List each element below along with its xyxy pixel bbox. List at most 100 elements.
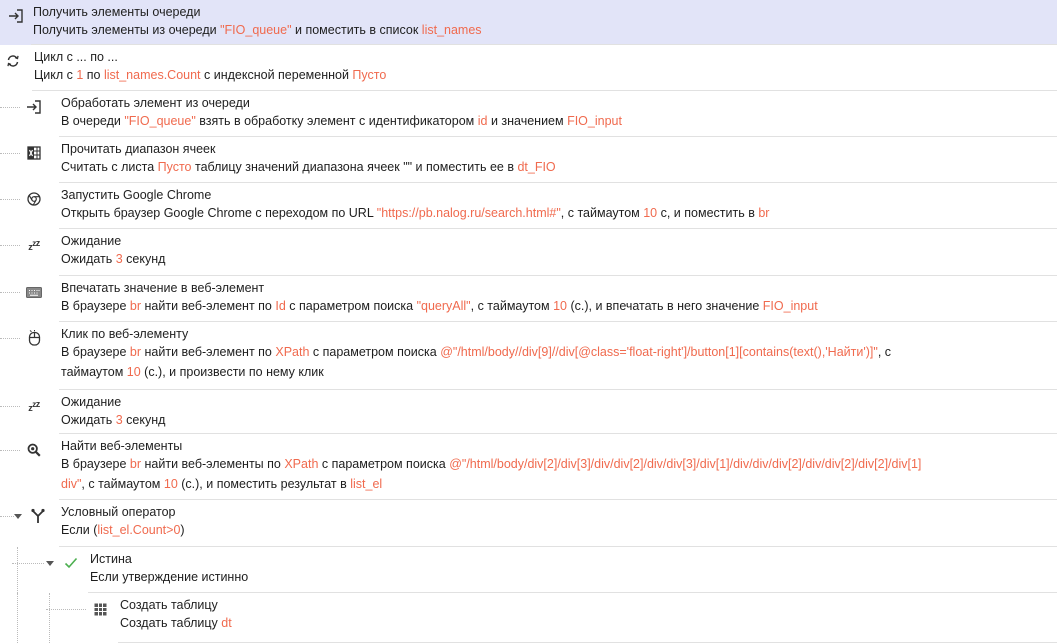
tree-connector — [0, 338, 20, 340]
tree-connector — [46, 609, 86, 611]
workflow-step[interactable]: Клик по веб-элементу В браузере br найти … — [0, 322, 1057, 390]
variable-token[interactable]: 3 — [116, 413, 123, 427]
step-title: Создать таблицу — [120, 598, 218, 612]
variable-token[interactable]: dt — [221, 616, 231, 630]
variable-token[interactable]: @"/html/body/div[2]/div[3]/div/div[2]/di… — [449, 457, 921, 471]
description-text: и значением — [487, 114, 568, 128]
step-title: Найти веб-элементы — [61, 439, 183, 453]
workflow-step[interactable]: Создать таблицу Создать таблицу dt — [0, 593, 1057, 643]
step-description: Если утверждение истинно — [90, 568, 248, 587]
description-text: Ожидать — [61, 252, 116, 266]
description-text: (с.), и поместить результат в — [177, 477, 351, 491]
step-description: В браузере br найти веб-элемент по Id с … — [61, 297, 818, 316]
checkmark-icon — [63, 555, 79, 571]
variable-token[interactable]: "FIO_queue" — [220, 23, 291, 37]
tree-connector — [17, 593, 18, 643]
description-text: ) — [180, 523, 185, 537]
branch-fork-icon — [30, 508, 46, 524]
description-text: по — [83, 68, 104, 82]
variable-token[interactable]: br — [758, 206, 769, 220]
sleep-zzz-icon: zzz — [28, 237, 40, 252]
variable-token[interactable]: 10 — [164, 477, 178, 491]
table-grid-icon — [92, 601, 108, 617]
workflow-step[interactable]: Обработать элемент из очереди В очереди "… — [0, 91, 1057, 137]
variable-token[interactable]: FIO_input — [567, 114, 622, 128]
variable-token[interactable]: FIO_input — [763, 299, 818, 313]
variable-token[interactable]: Id — [275, 299, 285, 313]
description-text: Ожидать — [61, 413, 116, 427]
collapse-toggle-icon[interactable] — [46, 561, 54, 566]
step-description: В браузере br найти веб-элементы по XPat… — [61, 455, 921, 474]
step-title: Истина — [90, 552, 132, 566]
workflow-step[interactable]: Запустить Google Chrome Открыть браузер G… — [0, 183, 1057, 229]
step-description: Если (list_el.Count>0) — [61, 521, 185, 540]
tree-connector — [0, 107, 20, 109]
workflow-step[interactable]: Найти веб-элементы В браузере br найти ве… — [0, 434, 1057, 500]
variable-token[interactable]: list_el — [350, 477, 382, 491]
description-text: и поместить в список — [291, 23, 422, 37]
variable-token[interactable]: dt_FIO — [517, 160, 555, 174]
variable-token[interactable]: br — [130, 299, 141, 313]
tree-connector — [0, 406, 20, 408]
variable-token[interactable]: list_names.Count — [104, 68, 201, 82]
variable-token[interactable]: XPath — [284, 457, 318, 471]
description-text: секунд — [122, 413, 166, 427]
variable-token[interactable]: "FIO_queue" — [124, 114, 195, 128]
description-text: Создать таблицу — [120, 616, 222, 630]
variable-token[interactable]: list_el.Count>0 — [97, 523, 180, 537]
description-text: , с таймаутом — [560, 206, 644, 220]
step-description-continued: таймаутом 10 (с.), и произвести по нему … — [61, 363, 324, 382]
tree-connector — [0, 153, 20, 155]
step-description: Ожидать 3 секунд — [61, 411, 165, 430]
tree-connector — [0, 516, 14, 518]
description-text: В браузере — [61, 299, 130, 313]
step-title: Запустить Google Chrome — [61, 188, 212, 202]
workflow-step[interactable]: Истина Если утверждение истинно — [0, 547, 1057, 593]
variable-token[interactable]: "https://pb.nalog.ru/search.html#" — [377, 206, 561, 220]
loop-arrows-icon — [5, 53, 21, 69]
tree-connector — [17, 547, 18, 593]
step-title: Обработать элемент из очереди — [61, 96, 250, 110]
description-text: В очереди — [61, 114, 125, 128]
variable-token[interactable]: br — [130, 345, 141, 359]
variable-token[interactable]: 10 — [127, 365, 141, 379]
description-text: с индексной переменной — [200, 68, 353, 82]
workflow-step[interactable]: Получить элементы очереди Получить элемен… — [0, 0, 1057, 45]
description-text: (с.), и впечатать в него значение — [566, 299, 763, 313]
workflow-step[interactable]: Цикл с ... по ... Цикл с 1 по list_names.… — [0, 45, 1057, 91]
variable-token[interactable]: list_names — [422, 23, 482, 37]
step-description: В браузере br найти веб-элемент по XPath… — [61, 343, 891, 362]
step-title: Цикл с ... по ... — [34, 50, 118, 64]
variable-token[interactable]: 10 — [553, 299, 567, 313]
workflow-step[interactable]: zzz Ожидание Ожидать 3 секунд — [0, 229, 1057, 276]
variable-token[interactable]: div" — [61, 477, 81, 491]
variable-token[interactable]: Пусто — [158, 160, 192, 174]
step-description-continued: div", с таймаутом 10 (с.), и поместить р… — [61, 475, 382, 494]
description-text: найти веб-элементы по — [141, 457, 285, 471]
arrow-into-bracket-icon — [8, 8, 24, 24]
collapse-toggle-icon[interactable] — [14, 514, 22, 519]
variable-token[interactable]: @"/html/body//div[9]//div[@class='float-… — [440, 345, 878, 359]
variable-token[interactable]: "queryAll" — [417, 299, 471, 313]
variable-token[interactable]: XPath — [275, 345, 309, 359]
variable-token[interactable]: br — [130, 457, 141, 471]
workflow-step[interactable]: Условный оператор Если (list_el.Count>0) — [0, 500, 1057, 547]
description-text: таблицу значений диапазона ячеек "" и по… — [191, 160, 518, 174]
description-text: Если утверждение истинно — [90, 570, 249, 584]
step-description: Открыть браузер Google Chrome с переходо… — [61, 204, 769, 223]
sleep-zzz-icon: zzz — [28, 398, 40, 413]
step-title: Впечатать значение в веб-элемент — [61, 281, 265, 295]
variable-token[interactable]: Пусто — [352, 68, 386, 82]
workflow-step[interactable]: Прочитать диапазон ячеек Считать с листа … — [0, 137, 1057, 183]
variable-token[interactable]: 3 — [116, 252, 123, 266]
step-title: Прочитать диапазон ячеек — [61, 142, 216, 156]
description-text: найти веб-элемент по — [141, 299, 276, 313]
workflow-step[interactable]: zzz Ожидание Ожидать 3 секунд — [0, 390, 1057, 434]
variable-token[interactable]: id — [478, 114, 488, 128]
description-text: с, и поместить в — [657, 206, 759, 220]
variable-token[interactable]: 10 — [643, 206, 657, 220]
tree-connector — [49, 593, 50, 643]
workflow-step[interactable]: Впечатать значение в веб-элемент В браузе… — [0, 276, 1057, 322]
mouse-click-icon — [26, 330, 42, 346]
tree-connector — [0, 450, 20, 452]
